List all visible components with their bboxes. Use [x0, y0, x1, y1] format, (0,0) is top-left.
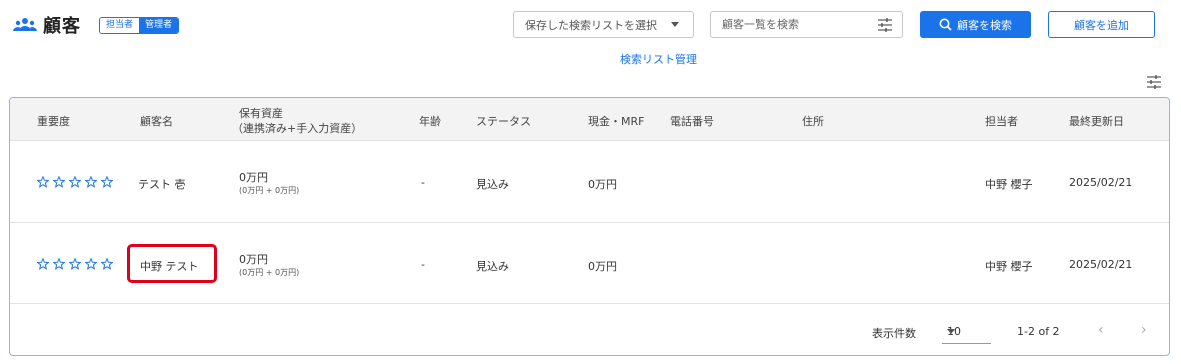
customer-search-field[interactable] [710, 11, 903, 38]
page-header: 顧客 担当者 管理者 [13, 12, 180, 38]
star-outline-icon[interactable] [53, 258, 65, 270]
star-outline-icon[interactable] [85, 258, 97, 270]
column-header-assets-sub: （連携済み+手入力資産） [232, 122, 363, 135]
per-page-label: 表示件数 [872, 327, 916, 340]
search-list-management-link[interactable]: 検索リスト管理 [620, 51, 697, 67]
customer-name[interactable]: 中野 テスト [140, 258, 199, 274]
column-header-updated[interactable]: 最終更新日 [1069, 113, 1124, 129]
table-header: 重要度 顧客名 保有資産 （連携済み+手入力資産） 年齢 ステータス 現金・MR… [10, 98, 1169, 140]
cash-value: 0万円 [588, 178, 617, 191]
search-customers-button-label: 顧客を検索 [957, 18, 1012, 32]
add-customer-button[interactable]: 顧客を追加 [1048, 11, 1155, 38]
importance-stars [37, 176, 113, 188]
updated-value: 2025/02/21 [1069, 176, 1133, 189]
status-value: 見込み [476, 260, 509, 273]
customer-table: 重要度 顧客名 保有資産 （連携済み+手入力資産） 年齢 ステータス 現金・MR… [9, 97, 1170, 356]
chevron-down-icon [947, 329, 955, 334]
star-outline-icon[interactable] [101, 176, 113, 188]
column-header-address[interactable]: 住所 [802, 113, 824, 129]
per-page-select[interactable]: 10 [942, 320, 991, 344]
saved-search-list-select[interactable]: 保存した検索リストを選択 [513, 11, 694, 38]
assets-breakdown: (0万円 + 0万円) [239, 268, 300, 277]
assets-value: 0万円 [239, 171, 268, 184]
customer-search-input[interactable] [711, 12, 861, 37]
column-header-status[interactable]: ステータス [476, 113, 531, 129]
star-outline-icon[interactable] [37, 176, 49, 188]
status-value: 見込み [476, 178, 509, 191]
table-row[interactable]: 中野 テスト 0万円 (0万円 + 0万円) - 見込み 0万円 中野 櫻子 2… [10, 222, 1169, 304]
previous-page-icon[interactable]: ‹ [1098, 322, 1104, 338]
star-outline-icon[interactable] [69, 258, 81, 270]
star-outline-icon[interactable] [85, 176, 97, 188]
next-page-icon[interactable]: › [1141, 322, 1147, 338]
star-outline-icon[interactable] [37, 258, 49, 270]
assets-value: 0万円 [239, 253, 268, 266]
customer-name[interactable]: テスト 壱 [138, 176, 186, 192]
page-title: 顧客 [43, 16, 81, 37]
updated-value: 2025/02/21 [1069, 258, 1133, 271]
table-pagination: 表示件数 10 1-2 of 2 ‹ › [10, 303, 1169, 355]
customers-icon [13, 18, 37, 31]
assets-breakdown: (0万円 + 0万円) [239, 186, 300, 195]
cash-value: 0万円 [588, 260, 617, 273]
pagination-range: 1-2 of 2 [1017, 325, 1060, 338]
column-header-cash[interactable]: 現金・MRF [588, 113, 644, 129]
column-settings-icon[interactable] [1146, 75, 1162, 89]
search-customers-button[interactable]: 顧客を検索 [920, 11, 1031, 38]
column-header-assets[interactable]: 保有資産 [239, 105, 283, 121]
age-value: - [421, 176, 425, 189]
column-header-importance[interactable]: 重要度 [37, 113, 70, 129]
role-toggle[interactable]: 担当者 管理者 [99, 16, 180, 34]
owner-value: 中野 櫻子 [985, 260, 1033, 273]
chevron-down-icon [671, 22, 679, 27]
importance-stars [37, 258, 113, 270]
search-icon [939, 18, 952, 31]
age-value: - [421, 258, 425, 271]
column-header-name[interactable]: 顧客名 [140, 113, 173, 129]
column-header-phone[interactable]: 電話番号 [670, 113, 714, 129]
star-outline-icon[interactable] [53, 176, 65, 188]
column-header-owner[interactable]: 担当者 [985, 113, 1018, 129]
role-option-owner[interactable]: 担当者 [100, 17, 140, 33]
role-option-admin[interactable]: 管理者 [139, 17, 179, 33]
filter-sliders-icon[interactable] [877, 18, 893, 32]
saved-search-list-select-label: 保存した検索リストを選択 [525, 18, 657, 32]
star-outline-icon[interactable] [69, 176, 81, 188]
star-outline-icon[interactable] [101, 258, 113, 270]
column-header-age[interactable]: 年齢 [419, 113, 441, 129]
table-row[interactable]: テスト 壱 0万円 (0万円 + 0万円) - 見込み 0万円 中野 櫻子 20… [10, 140, 1169, 222]
owner-value: 中野 櫻子 [985, 178, 1033, 191]
add-customer-button-label: 顧客を追加 [1074, 18, 1129, 32]
